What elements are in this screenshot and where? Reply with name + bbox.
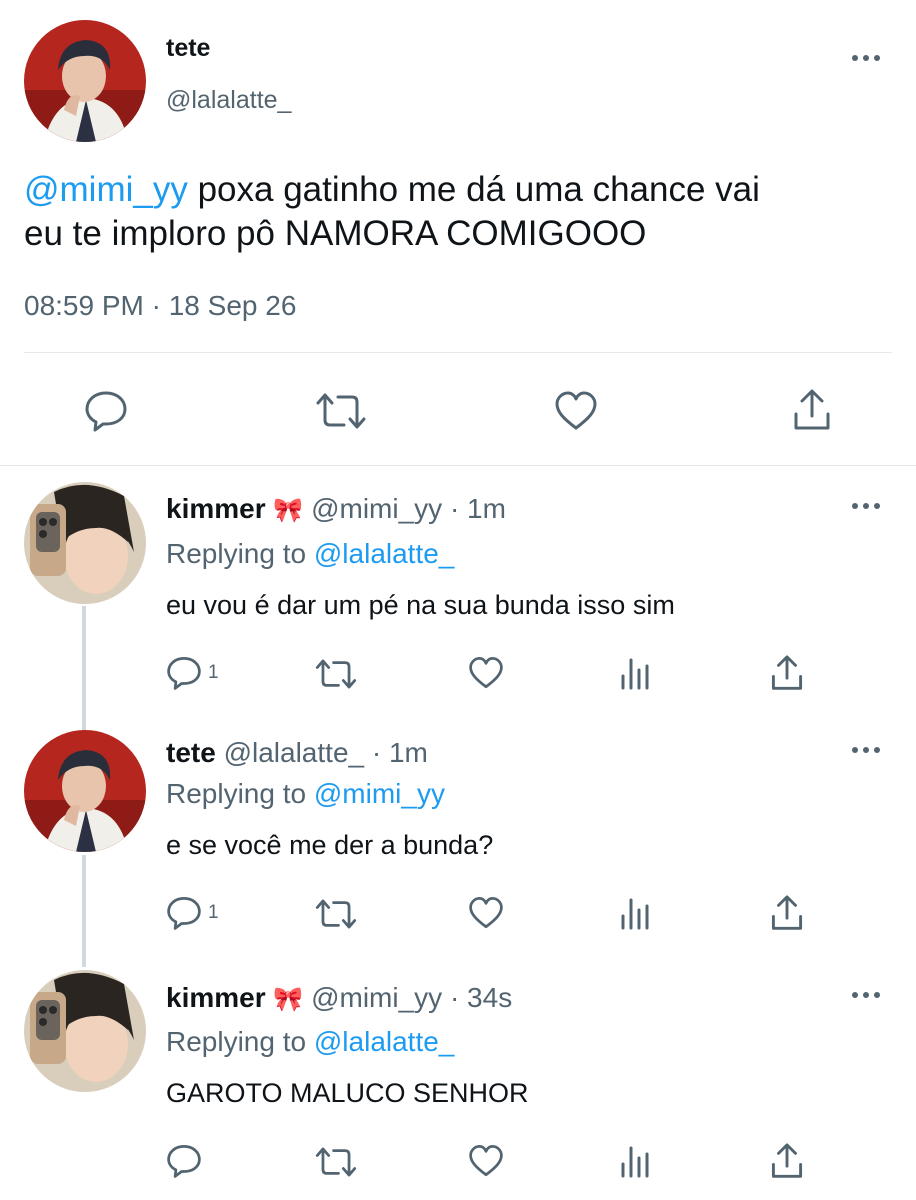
reply-handle-time[interactable]: @mimi_yy · 34s	[311, 982, 512, 1013]
like-icon[interactable]	[468, 1144, 504, 1178]
tweet-text-line-1: @mimi_yy poxa gatinho me dá uma chance v…	[24, 168, 904, 212]
like-icon[interactable]	[468, 896, 504, 930]
bow-emoji: 🎀	[273, 986, 304, 1013]
more-options-icon[interactable]	[852, 55, 882, 65]
reply-text: e se você me der a bunda?	[166, 830, 494, 860]
tweet-text-part: poxa gatinho me dá uma chance vai	[187, 170, 760, 209]
reply-text: GAROTO MALUCO SENHOR	[166, 1078, 529, 1108]
replying-to: Replying to @mimi_yy	[166, 778, 445, 810]
replying-to-link[interactable]: @mimi_yy	[314, 778, 445, 809]
more-options-icon[interactable]	[852, 992, 882, 1002]
avatar-kimmer[interactable]	[24, 970, 146, 1092]
replying-to-label: Replying to	[166, 538, 314, 569]
retweet-icon[interactable]	[314, 392, 368, 430]
share-icon[interactable]	[770, 894, 804, 932]
reply-handle-time[interactable]: @mimi_yy · 1m	[311, 493, 506, 524]
reply-count: 1	[208, 902, 219, 923]
replying-to-label: Replying to	[166, 1026, 314, 1057]
reply-author-name[interactable]: tete	[166, 737, 216, 768]
reply-icon[interactable]	[166, 656, 202, 690]
retweet-icon[interactable]	[314, 658, 358, 690]
replying-to-link[interactable]: @lalalatte_	[314, 1026, 455, 1057]
reply-author-name[interactable]: kimmer	[166, 982, 266, 1013]
reply-icon[interactable]	[166, 896, 202, 930]
reply-text: eu vou é dar um pé na sua bunda isso sim	[166, 590, 675, 620]
bow-emoji: 🎀	[273, 497, 304, 524]
avatar-tete[interactable]	[24, 730, 146, 852]
reply-header: kimmer 🎀 @mimi_yy · 34s	[166, 982, 512, 1014]
share-icon[interactable]	[770, 654, 804, 692]
timestamp[interactable]: 08:59 PM · 18 Sep 26	[24, 290, 296, 322]
tweet-text-line-2: eu te imploro pô NAMORA COMIGOOO	[24, 214, 647, 253]
more-options-icon[interactable]	[852, 503, 882, 513]
reply-header: kimmer 🎀 @mimi_yy · 1m	[166, 493, 506, 525]
reply-header: tete @lalalatte_ · 1m	[166, 737, 428, 769]
replying-to-label: Replying to	[166, 778, 314, 809]
reply-count: 1	[208, 662, 219, 683]
reply-icon[interactable]	[84, 390, 128, 432]
like-icon[interactable]	[468, 656, 504, 690]
thread-line	[82, 606, 86, 732]
reply-icon[interactable]	[166, 1144, 202, 1178]
analytics-icon[interactable]	[620, 656, 652, 690]
more-options-icon[interactable]	[852, 747, 882, 757]
avatar-kimmer[interactable]	[24, 482, 146, 604]
share-icon[interactable]	[770, 1142, 804, 1180]
retweet-icon[interactable]	[314, 1146, 358, 1178]
divider	[0, 465, 916, 466]
replying-to-link[interactable]: @lalalatte_	[314, 538, 455, 569]
like-icon[interactable]	[554, 390, 598, 432]
reply-author-name[interactable]: kimmer	[166, 493, 266, 524]
replying-to: Replying to @lalalatte_	[166, 1026, 454, 1058]
divider	[24, 352, 892, 353]
mention-link[interactable]: @mimi_yy	[24, 170, 188, 209]
author-handle[interactable]: @lalalatte_	[166, 86, 291, 115]
analytics-icon[interactable]	[620, 896, 652, 930]
share-icon[interactable]	[792, 388, 832, 432]
tweet-text: @mimi_yy poxa gatinho me dá uma chance v…	[24, 168, 904, 256]
reply-handle-time[interactable]: @lalalatte_ · 1m	[224, 737, 428, 768]
analytics-icon[interactable]	[620, 1144, 652, 1178]
avatar-tete-main[interactable]	[24, 20, 146, 142]
retweet-icon[interactable]	[314, 898, 358, 930]
thread-line	[82, 855, 86, 967]
author-name[interactable]: tete	[166, 34, 210, 63]
replying-to: Replying to @lalalatte_	[166, 538, 454, 570]
